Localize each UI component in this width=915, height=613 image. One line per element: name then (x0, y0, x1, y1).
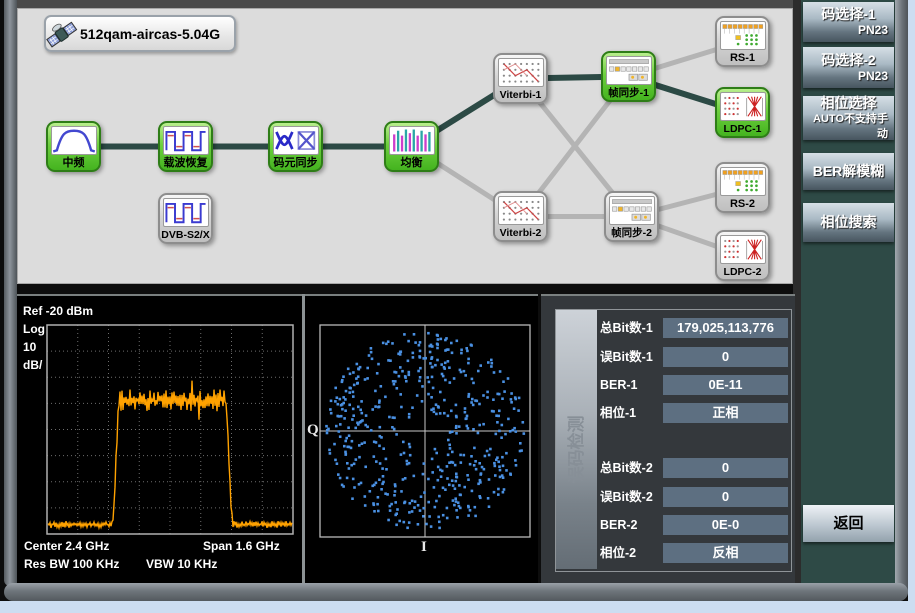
button-sub-label: PN23 (803, 23, 894, 38)
module-if[interactable]: 中频 (46, 121, 101, 172)
back-button[interactable]: 返回 (803, 505, 894, 542)
trellis-icon (498, 58, 544, 87)
wave-icon (163, 126, 209, 155)
module-label: LDPC-1 (724, 121, 762, 137)
span-label: Span 1.6 GHz (203, 539, 280, 553)
module-label: 均衡 (401, 155, 423, 171)
rs-icon (720, 167, 766, 196)
module-label: RS-1 (730, 50, 755, 66)
window-bezel-bottom (4, 583, 908, 601)
ber-vertical-strip: 误码检测 (556, 310, 597, 569)
module-label: LDPC-2 (724, 264, 762, 280)
ldpc-icon (720, 235, 766, 264)
ber-row-label: 总Bit数-1 (600, 318, 662, 338)
module-carrier[interactable]: 载波恢复 (158, 121, 213, 172)
signal-title-label: 512qam-aircas-5.04G (80, 26, 220, 42)
ldpc-icon (720, 92, 766, 121)
module-label: 帧同步-2 (611, 225, 652, 241)
module-eq[interactable]: 均衡 (384, 121, 439, 172)
block-diagram-panel: 512qam-aircas-5.04G 中频 载波恢复 码元同步 均衡 DVB-S2/X… (17, 8, 793, 284)
back-button-label: 返回 (803, 515, 894, 532)
center-freq-label: Center 2.4 GHz (24, 539, 109, 553)
button-sub-label: PN23 (803, 69, 894, 84)
module-ldpc2[interactable]: LDPC-2 (715, 230, 770, 281)
rs-icon (720, 21, 766, 50)
app-window: 512qam-aircas-5.04G 中频 载波恢复 码元同步 均衡 DVB-S2/X… (0, 0, 915, 613)
ber-row-label: 相位-2 (600, 543, 662, 563)
ber-row-value: 0 (663, 347, 788, 367)
ber-row-label: 相位-1 (600, 403, 662, 423)
ber-row-value: 0 (663, 487, 788, 507)
ber-row-value: 正相 (663, 403, 788, 423)
button-label: 相位选择 (803, 95, 894, 112)
ber-row-value: 0 (663, 458, 788, 478)
rbw-label: Res BW 100 KHz (24, 557, 119, 571)
button-label: BER解模糊 (803, 163, 894, 180)
module-fs1[interactable]: 帧同步-1 (601, 51, 656, 102)
sidebar-button-code-select-2[interactable]: 码选择-2PN23 (803, 47, 894, 88)
module-symsync[interactable]: 码元同步 (268, 121, 323, 172)
ber-row-label: BER-2 (600, 515, 662, 535)
sidebar-button-phase-search[interactable]: 相位搜索 (803, 203, 894, 242)
button-sub-label: AUTO不支持手动 (803, 112, 894, 142)
satellite-icon (44, 15, 80, 56)
trellis-icon (498, 196, 544, 225)
module-label: Viterbi-2 (500, 225, 542, 241)
window-bezel-left (4, 0, 17, 586)
eye-icon (273, 126, 319, 155)
ber-vertical-label: 误码检测 (556, 389, 597, 510)
spectrum-icon (51, 126, 97, 155)
module-vit1[interactable]: Viterbi-1 (493, 53, 548, 104)
ber-row-label: BER-1 (600, 375, 662, 395)
q-axis-label: Q (307, 422, 319, 439)
module-label: 中频 (63, 155, 85, 171)
ber-row-value: 0E-0 (663, 515, 788, 535)
ber-row-label: 误Bit数-2 (600, 487, 662, 507)
ber-row-value: 179,025,113,776 (663, 318, 788, 338)
button-label: 码选择-1 (803, 6, 894, 23)
ber-row-value: 反相 (663, 543, 788, 563)
button-label: 码选择-2 (803, 52, 894, 69)
module-vit2[interactable]: Viterbi-2 (493, 191, 548, 242)
module-label: Viterbi-1 (500, 87, 542, 103)
panel-separator (302, 294, 305, 584)
i-axis-label: I (421, 539, 427, 556)
window-bezel-right (895, 0, 908, 601)
module-label: 帧同步-1 (608, 85, 649, 101)
spectrum-analyzer-panel: Ref -20 dBm Log 10 dB/ Center 2.4 GHz Sp… (16, 294, 302, 584)
sidebar-button-phase-select[interactable]: 相位选择AUTO不支持手动 (803, 96, 894, 140)
frame-icon (609, 196, 655, 225)
sidebar-button-code-select-1[interactable]: 码选择-1PN23 (803, 2, 894, 42)
module-fs2[interactable]: 帧同步-2 (604, 191, 659, 242)
module-label: 载波恢复 (164, 155, 208, 171)
module-ldpc1[interactable]: LDPC-1 (715, 87, 770, 138)
vbw-label: VBW 10 KHz (146, 557, 217, 571)
module-label: RS-2 (730, 196, 755, 212)
sidebar-button-ber-deambiguity[interactable]: BER解模糊 (803, 153, 894, 190)
button-label: 相位搜索 (803, 214, 894, 231)
ber-row-label: 总Bit数-2 (600, 458, 662, 478)
module-rs2[interactable]: RS-2 (715, 162, 770, 213)
sidebar: 码选择-1PN23码选择-2PN23相位选择AUTO不支持手动BER解模糊相位搜… (801, 0, 896, 584)
module-label: 码元同步 (274, 155, 318, 171)
module-dvb[interactable]: DVB-S2/X (158, 193, 213, 244)
frame-icon (606, 56, 652, 85)
ber-row-value: 0E-11 (663, 375, 788, 395)
ber-statistics-panel: 误码检测 总Bit数-1179,025,113,776误Bit数-10BER-1… (541, 294, 795, 584)
module-label: DVB-S2/X (161, 227, 209, 243)
signal-title-button[interactable]: 512qam-aircas-5.04G (44, 15, 236, 52)
module-rs1[interactable]: RS-1 (715, 16, 770, 67)
wave-icon (163, 198, 209, 227)
ber-row-label: 误Bit数-1 (600, 347, 662, 367)
constellation-panel: Q I (305, 294, 538, 584)
bars-icon (389, 126, 435, 155)
